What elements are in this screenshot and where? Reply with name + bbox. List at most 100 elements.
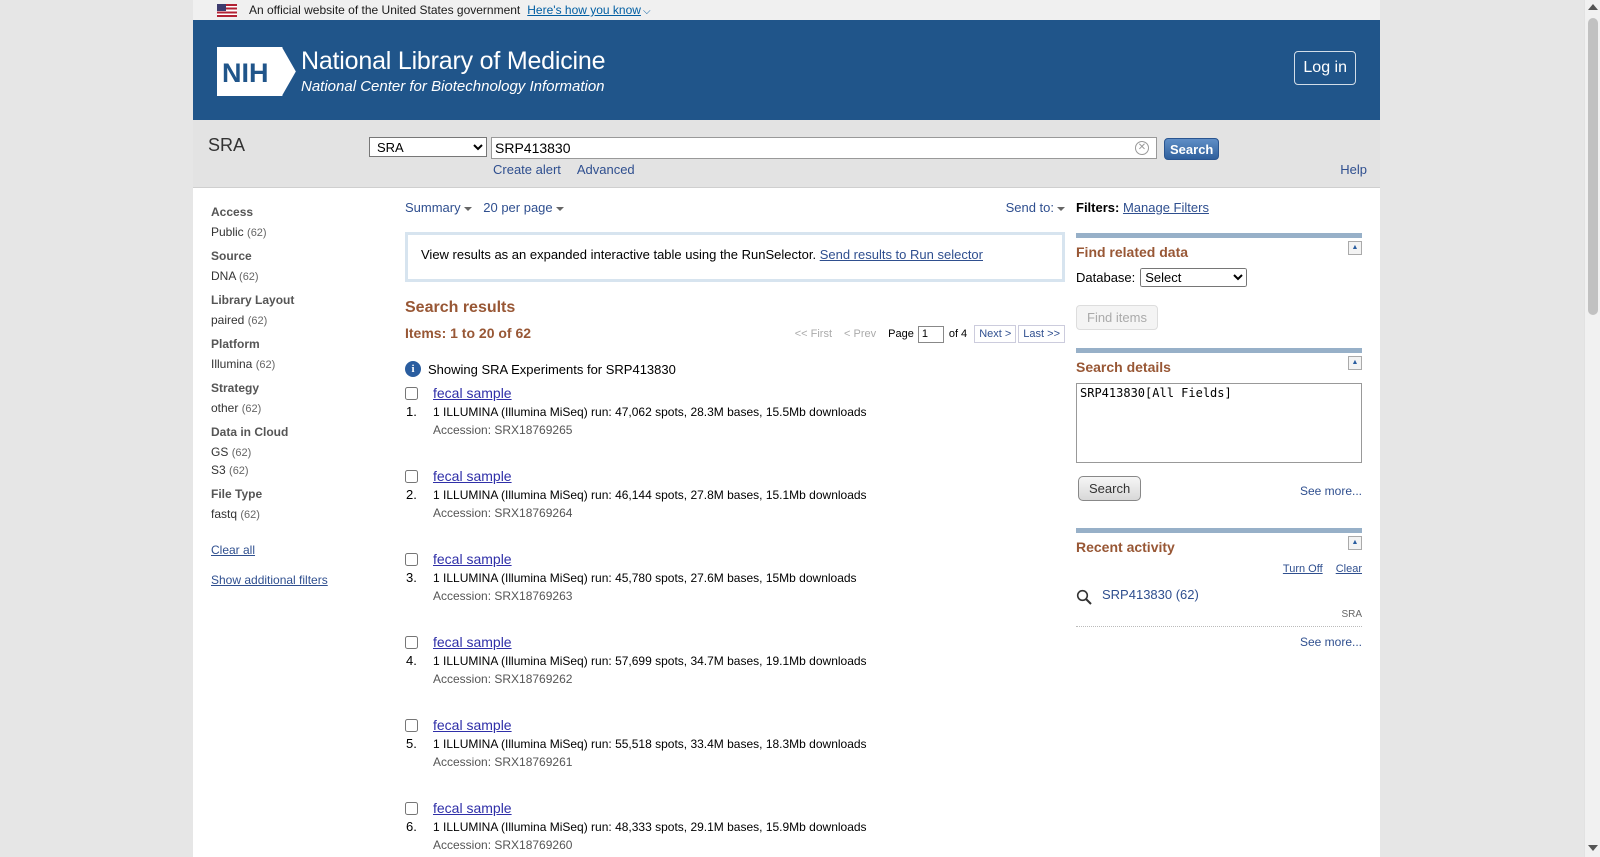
result-number: 5. xyxy=(406,736,417,751)
facets-sidebar: Access Public (62) Source DNA (62) Libra… xyxy=(211,205,391,603)
pager-prev: < Prev xyxy=(844,328,877,340)
scroll-down-arrow-icon[interactable] xyxy=(1588,845,1598,851)
search-icon xyxy=(1076,589,1092,605)
portlet-title: Find related data xyxy=(1076,244,1189,260)
pager-last-button[interactable]: Last >> xyxy=(1018,325,1065,343)
show-additional-filters-link[interactable]: Show additional filters xyxy=(211,573,391,587)
collapse-toggle-icon[interactable]: ▲ xyxy=(1348,356,1362,370)
result-title-link[interactable]: fecal sample xyxy=(433,800,512,816)
send-to-run-selector-link[interactable]: Send results to Run selector xyxy=(820,247,983,262)
clear-search-icon[interactable]: ✕ xyxy=(1135,141,1149,155)
database-label: SRA xyxy=(208,135,246,155)
facet-item-label: Public xyxy=(211,225,244,239)
database-select[interactable]: SRA xyxy=(369,137,487,157)
result-description: 1 ILLUMINA (Illumina MiSeq) run: 45,780 … xyxy=(433,571,857,585)
page: An official website of the United States… xyxy=(193,0,1380,857)
portlet-title: Search details xyxy=(1076,359,1171,375)
search-details-actions: Search See more... xyxy=(1076,472,1362,508)
facet-group-file-type: File Type fastq (62) xyxy=(211,487,391,521)
related-database-select[interactable]: Select xyxy=(1140,268,1248,287)
search-button[interactable]: Search xyxy=(1164,138,1220,160)
scroll-up-arrow-icon[interactable] xyxy=(1588,4,1598,10)
search-links: Create alert Advanced xyxy=(493,162,648,177)
recent-activity-see-more-link[interactable]: See more... xyxy=(1300,635,1362,649)
heres-how-you-know-link[interactable]: Here's how you know ⌵ xyxy=(527,3,650,17)
result-checkbox[interactable] xyxy=(405,802,418,815)
collapse-toggle-icon[interactable]: ▲ xyxy=(1348,536,1362,550)
gov-banner-text: An official website of the United States… xyxy=(249,3,521,17)
clear-all-filters-link[interactable]: Clear all xyxy=(211,543,391,557)
facet-item-fastq[interactable]: fastq (62) xyxy=(211,507,391,521)
facet-item-other[interactable]: other (62) xyxy=(211,401,391,415)
pager-next-button[interactable]: Next > xyxy=(974,325,1017,343)
facet-item-public[interactable]: Public (62) xyxy=(211,225,391,239)
result-title-link[interactable]: fecal sample xyxy=(433,385,512,401)
search-details-button[interactable]: Search xyxy=(1078,476,1142,501)
facet-group-strategy: Strategy other (62) xyxy=(211,381,391,415)
send-to-dropdown[interactable]: Send to: xyxy=(1006,200,1065,215)
manage-filters-link[interactable]: Manage Filters xyxy=(1123,200,1209,215)
result-checkbox[interactable] xyxy=(405,470,418,483)
format-label: Summary xyxy=(405,200,461,215)
result-checkbox[interactable] xyxy=(405,719,418,732)
related-database-label: Database: xyxy=(1076,270,1136,285)
result-checkbox[interactable] xyxy=(405,387,418,400)
facet-item-count: (62) xyxy=(247,315,268,327)
per-page-label: 20 per page xyxy=(483,200,553,215)
result-title-link[interactable]: fecal sample xyxy=(433,717,512,733)
facet-item-dna[interactable]: DNA (62) xyxy=(211,269,391,283)
facet-item-count: (62) xyxy=(240,509,260,521)
per-page-dropdown[interactable]: 20 per page xyxy=(483,200,564,215)
facet-item-s3[interactable]: S3 (62) xyxy=(211,463,391,477)
facet-title: Access xyxy=(211,205,254,219)
facet-group-library-layout: Library Layout paired (62) xyxy=(211,293,391,327)
runselector-text: View results as an expanded interactive … xyxy=(421,247,817,262)
result-title-link[interactable]: fecal sample xyxy=(433,551,512,567)
result-title-link[interactable]: fecal sample xyxy=(433,468,512,484)
login-button[interactable]: Log in xyxy=(1294,51,1356,85)
result-accession: Accession: SRX18769265 xyxy=(433,423,573,437)
recent-activity-link[interactable]: SRP413830 (62) xyxy=(1102,587,1199,602)
result-description: 1 ILLUMINA (Illumina MiSeq) run: 55,518 … xyxy=(433,737,867,751)
search-details-textarea[interactable]: SRP413830[All Fields] xyxy=(1076,383,1362,463)
collapse-toggle-icon[interactable]: ▲ xyxy=(1348,241,1362,255)
help-link[interactable]: Help xyxy=(1340,162,1367,177)
facet-title: Source xyxy=(211,249,252,263)
nlm-subtitle: National Center for Biotechnology Inform… xyxy=(301,78,605,95)
facet-item-label: paired xyxy=(211,313,245,327)
facet-item-count: (62) xyxy=(255,359,276,371)
result-item: 4. fecal sample 1 ILLUMINA (Illumina MiS… xyxy=(405,634,1065,709)
format-summary-dropdown[interactable]: Summary xyxy=(405,200,472,215)
turn-off-link[interactable]: Turn Off xyxy=(1283,563,1323,575)
result-checkbox[interactable] xyxy=(405,553,418,566)
facet-item-gs[interactable]: GS (62) xyxy=(211,445,391,459)
search-input[interactable] xyxy=(492,138,1156,158)
create-alert-link[interactable]: Create alert xyxy=(493,162,561,177)
portlet-title: Recent activity xyxy=(1076,539,1175,555)
scrollbar-thumb[interactable] xyxy=(1588,18,1598,315)
search-details-see-more-link[interactable]: See more... xyxy=(1300,484,1362,498)
result-checkbox[interactable] xyxy=(405,636,418,649)
search-results-title: Search results xyxy=(405,299,516,316)
nih-logo-icon[interactable]: NIH xyxy=(217,47,297,96)
clear-activity-link[interactable]: Clear xyxy=(1336,563,1362,575)
results-info-text: Showing SRA Experiments for SRP413830 xyxy=(428,361,676,377)
facet-item-paired[interactable]: paired (62) xyxy=(211,313,391,327)
nlm-header: NIH National Library of Medicine Nationa… xyxy=(193,20,1380,120)
page-scrollbar[interactable] xyxy=(1584,0,1600,857)
result-item: 3. fecal sample 1 ILLUMINA (Illumina MiS… xyxy=(405,551,1065,626)
runselector-box: View results as an expanded interactive … xyxy=(405,232,1065,282)
result-number: 6. xyxy=(406,819,417,834)
result-number: 3. xyxy=(406,570,417,585)
find-items-button[interactable]: Find items xyxy=(1076,305,1158,330)
caret-down-icon xyxy=(1057,206,1065,211)
advanced-search-link[interactable]: Advanced xyxy=(577,162,635,177)
gov-banner: An official website of the United States… xyxy=(193,0,1380,20)
recent-activity-portlet: Recent activity ▲ Turn Off Clear SRP4138… xyxy=(1076,528,1362,649)
page-number-input[interactable] xyxy=(917,325,944,343)
find-related-data-portlet: Find related data ▲ Database: Select Fin… xyxy=(1076,233,1362,330)
facet-item-illumina[interactable]: Illumina (62) xyxy=(211,357,391,371)
facet-item-count: (62) xyxy=(241,403,262,415)
result-title-link[interactable]: fecal sample xyxy=(433,634,512,650)
recent-activity-more: See more... xyxy=(1076,635,1362,649)
